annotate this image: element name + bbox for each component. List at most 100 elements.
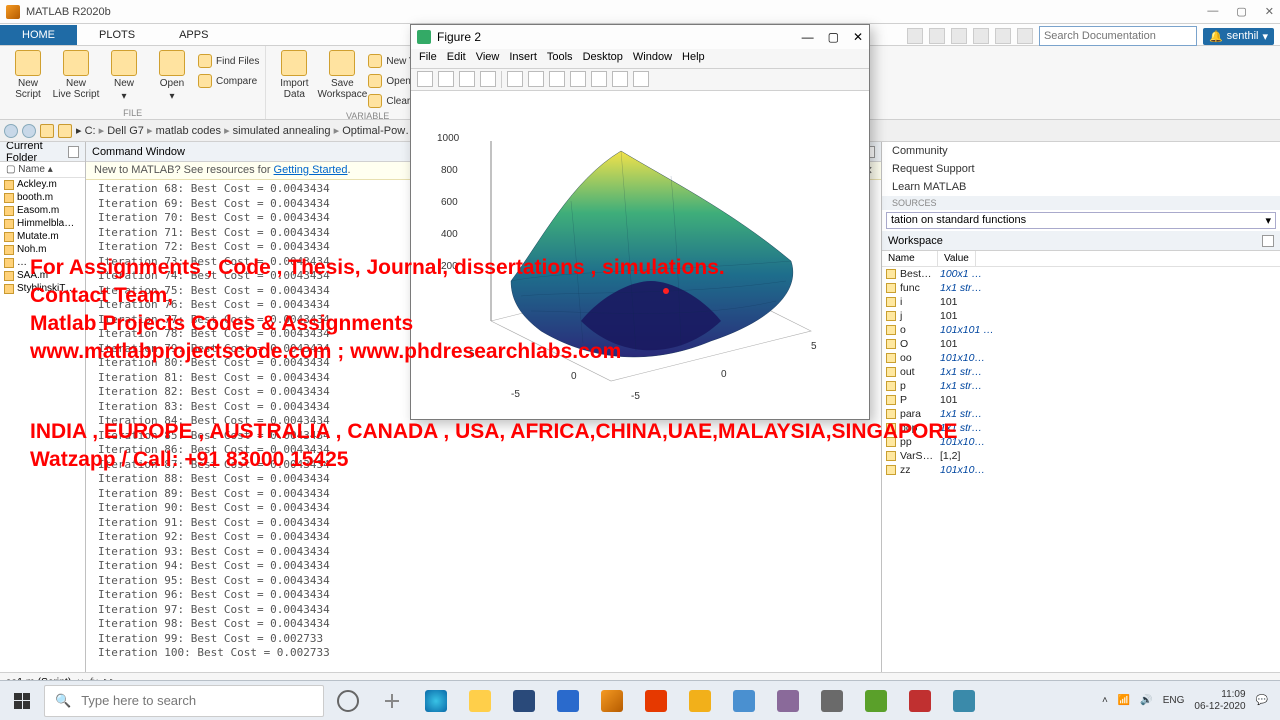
- new-button[interactable]: New▾: [102, 50, 146, 102]
- workspace-variable[interactable]: p1x1 str…: [882, 379, 1280, 393]
- fig-insert-icon[interactable]: [633, 71, 649, 87]
- close-button[interactable]: ✕: [1265, 5, 1274, 18]
- breadcrumb-item[interactable]: matlab codes: [156, 125, 221, 137]
- tray-lang[interactable]: ENG: [1163, 695, 1185, 706]
- fig-save-icon[interactable]: [459, 71, 475, 87]
- import-data-button[interactable]: Import Data: [272, 50, 316, 110]
- file-item[interactable]: …: [0, 256, 85, 269]
- tb-office[interactable]: [636, 685, 676, 717]
- figmenu-desktop[interactable]: Desktop: [583, 51, 623, 66]
- tb-app5[interactable]: [856, 685, 896, 717]
- ws-col-value[interactable]: Value: [938, 251, 976, 266]
- qat-undo-icon[interactable]: [973, 28, 989, 44]
- workspace-variable[interactable]: pp101x10…: [882, 435, 1280, 449]
- file-item[interactable]: SAA.m: [0, 269, 85, 282]
- fig-zoom-icon[interactable]: [507, 71, 523, 87]
- fig-rotate-icon[interactable]: [549, 71, 565, 87]
- breadcrumb-item[interactable]: Optimal-Pow…: [342, 125, 416, 137]
- tray-chevron-icon[interactable]: ˄: [1102, 695, 1108, 706]
- figmenu-help[interactable]: Help: [682, 51, 705, 66]
- taskview-button[interactable]: [372, 685, 412, 717]
- figmenu-file[interactable]: File: [419, 51, 437, 66]
- tb-store[interactable]: [504, 685, 544, 717]
- tray-volume-icon[interactable]: 🔊: [1140, 695, 1152, 706]
- figmenu-insert[interactable]: Insert: [509, 51, 537, 66]
- fig-close-button[interactable]: ✕: [853, 30, 863, 44]
- tb-app1[interactable]: [680, 685, 720, 717]
- minimize-button[interactable]: —: [1207, 5, 1218, 18]
- workspace-variable[interactable]: oo101x10…: [882, 351, 1280, 365]
- find-files-button[interactable]: Find Files: [198, 52, 259, 70]
- figure-window[interactable]: Figure 2 — ▢ ✕ File Edit View Insert Tools De…: [410, 24, 870, 420]
- tb-app6[interactable]: [900, 685, 940, 717]
- tb-app3[interactable]: [768, 685, 808, 717]
- figure-titlebar[interactable]: Figure 2 — ▢ ✕: [411, 25, 869, 49]
- figmenu-edit[interactable]: Edit: [447, 51, 466, 66]
- workspace-variable[interactable]: o101x101 …: [882, 323, 1280, 337]
- tray-notifications-icon[interactable]: 💬: [1256, 695, 1268, 706]
- workspace-variable[interactable]: func1x1 str…: [882, 281, 1280, 295]
- fig-minimize-button[interactable]: —: [802, 30, 814, 44]
- fig-pan-icon[interactable]: [528, 71, 544, 87]
- fig-link-icon[interactable]: [612, 71, 628, 87]
- qat-paste-icon[interactable]: [951, 28, 967, 44]
- file-item[interactable]: Easom.m: [0, 204, 85, 217]
- tab-apps[interactable]: APPS: [157, 25, 230, 45]
- workspace-variable[interactable]: para1x1 str…: [882, 407, 1280, 421]
- open-button[interactable]: Open▾: [150, 50, 194, 102]
- browse-folder-icon[interactable]: [58, 124, 72, 138]
- workspace-variable[interactable]: O101: [882, 337, 1280, 351]
- community-link[interactable]: Community: [882, 142, 1280, 160]
- system-tray[interactable]: ˄ 📶 🔊 ENG 11:09 06-12-2020 💬: [1102, 689, 1276, 713]
- workspace-variable[interactable]: Best…100x1 …: [882, 267, 1280, 281]
- new-script-button[interactable]: New Script: [6, 50, 50, 102]
- tb-app7[interactable]: [944, 685, 984, 717]
- fig-brush-icon[interactable]: [591, 71, 607, 87]
- file-item[interactable]: StyblinskiT…: [0, 282, 85, 295]
- tb-edge[interactable]: [416, 685, 456, 717]
- tb-explorer[interactable]: [460, 685, 500, 717]
- tray-wifi-icon[interactable]: 📶: [1118, 695, 1130, 706]
- figmenu-window[interactable]: Window: [633, 51, 672, 66]
- taskbar-search[interactable]: 🔍Type here to search: [44, 685, 324, 717]
- panel-menu-icon[interactable]: [1262, 235, 1274, 247]
- tb-app4[interactable]: [812, 685, 852, 717]
- cfolder-col-name[interactable]: ▢ Name ▴: [0, 162, 85, 178]
- fig-print-icon[interactable]: [480, 71, 496, 87]
- workspace-variable[interactable]: pop1x1 str…: [882, 421, 1280, 435]
- fig-new-icon[interactable]: [417, 71, 433, 87]
- getting-started-link[interactable]: Getting Started: [274, 164, 348, 176]
- figmenu-view[interactable]: View: [476, 51, 500, 66]
- tab-home[interactable]: HOME: [0, 25, 77, 45]
- file-item[interactable]: booth.m: [0, 191, 85, 204]
- workspace-variable[interactable]: j101: [882, 309, 1280, 323]
- nav-back-icon[interactable]: [4, 124, 18, 138]
- new-livescript-button[interactable]: New Live Script: [54, 50, 98, 102]
- tray-clock[interactable]: 11:09 06-12-2020: [1194, 689, 1245, 713]
- workspace-variable[interactable]: out1x1 str…: [882, 365, 1280, 379]
- ws-col-name[interactable]: Name: [882, 251, 938, 266]
- compare-button[interactable]: Compare: [198, 72, 259, 90]
- fig-open-icon[interactable]: [438, 71, 454, 87]
- figure-axes[interactable]: 1000 800 600 400 200 -5 0 5 -5 0 5: [411, 91, 869, 419]
- figmenu-tools[interactable]: Tools: [547, 51, 573, 66]
- qat-redo-icon[interactable]: [995, 28, 1011, 44]
- tb-matlab[interactable]: [592, 685, 632, 717]
- breadcrumb-item[interactable]: Dell G7: [107, 125, 144, 137]
- fig-maximize-button[interactable]: ▢: [828, 30, 839, 44]
- search-doc-input[interactable]: [1039, 26, 1197, 46]
- qat-cut-icon[interactable]: [907, 28, 923, 44]
- support-link[interactable]: Request Support: [882, 160, 1280, 178]
- file-item[interactable]: Ackley.m: [0, 178, 85, 191]
- workspace-variable[interactable]: i101: [882, 295, 1280, 309]
- breadcrumb-item[interactable]: simulated annealing: [233, 125, 331, 137]
- learn-link[interactable]: Learn MATLAB: [882, 178, 1280, 196]
- cortana-button[interactable]: [328, 685, 368, 717]
- breadcrumb-item[interactable]: C:: [85, 125, 96, 137]
- user-menu[interactable]: 🔔 senthil ▾: [1203, 28, 1274, 45]
- tb-app2[interactable]: [724, 685, 764, 717]
- file-item[interactable]: Mutate.m: [0, 230, 85, 243]
- fig-datacursor-icon[interactable]: [570, 71, 586, 87]
- folder-up-icon[interactable]: [40, 124, 54, 138]
- resources-combo[interactable]: tation on standard functions▾: [886, 212, 1276, 229]
